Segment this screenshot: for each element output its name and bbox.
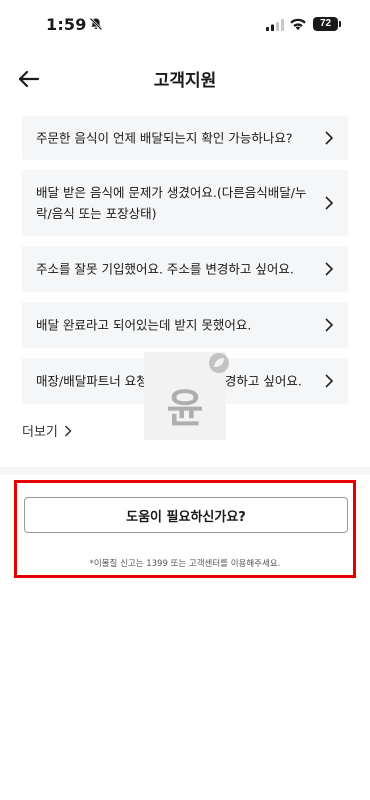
watermark: 윤 [144,352,229,440]
faq-item-food-problem[interactable]: 배달 받은 음식에 문제가 생겼어요.(다른음식배달/누락/음식 또는 포장상태… [22,170,348,236]
chevron-right-icon [64,424,72,437]
leaf-icon [209,353,229,373]
help-button[interactable]: 도움이 필요하신가요? [24,497,348,533]
page-title: 고객지원 [153,71,217,91]
chevron-right-icon [325,196,334,210]
section-divider [0,467,370,475]
chevron-right-icon [325,374,334,388]
battery-level: 72 [319,18,332,29]
faq-item-label: 배달 받은 음식에 문제가 생겼어요.(다른음식배달/누락/음식 또는 포장상태… [36,185,307,221]
help-note: *이물질 신고는 1399 또는 고객센터를 이용해주세요. [89,559,281,569]
chevron-right-icon [325,131,334,145]
status-time: 1:59 [46,15,87,34]
chevron-right-icon [325,318,334,332]
faq-item-delivery-time[interactable]: 주문한 음식이 언제 배달되는지 확인 가능하나요? [22,116,348,160]
faq-item-label: 배달 완료라고 되어있는데 받지 못했어요. [36,317,252,333]
faq-item-label: 주문한 음식이 언제 배달되는지 확인 가능하나요? [36,130,293,146]
more-link[interactable]: 더보기 [22,421,72,440]
faq-item-label: 주소를 잘못 기입했어요. 주소를 변경하고 싶어요. [36,261,294,277]
status-bar: 1:59 72 [0,0,370,52]
wifi-icon [290,18,306,31]
signal-icon [266,19,284,31]
faq-item-not-received[interactable]: 배달 완료라고 되어있는데 받지 못했어요. [22,302,348,348]
header: 고객지원 [0,56,370,100]
chevron-right-icon [325,262,334,276]
battery-icon: 72 [313,17,341,31]
more-link-label: 더보기 [22,425,58,440]
bell-slash-icon [89,17,103,31]
watermark-glyph: 윤 [166,386,204,432]
help-section: 도움이 필요하신가요? *이물질 신고는 1399 또는 고객센터를 이용해주세… [14,480,356,578]
faq-item-change-address[interactable]: 주소를 잘못 기입했어요. 주소를 변경하고 싶어요. [22,246,348,292]
